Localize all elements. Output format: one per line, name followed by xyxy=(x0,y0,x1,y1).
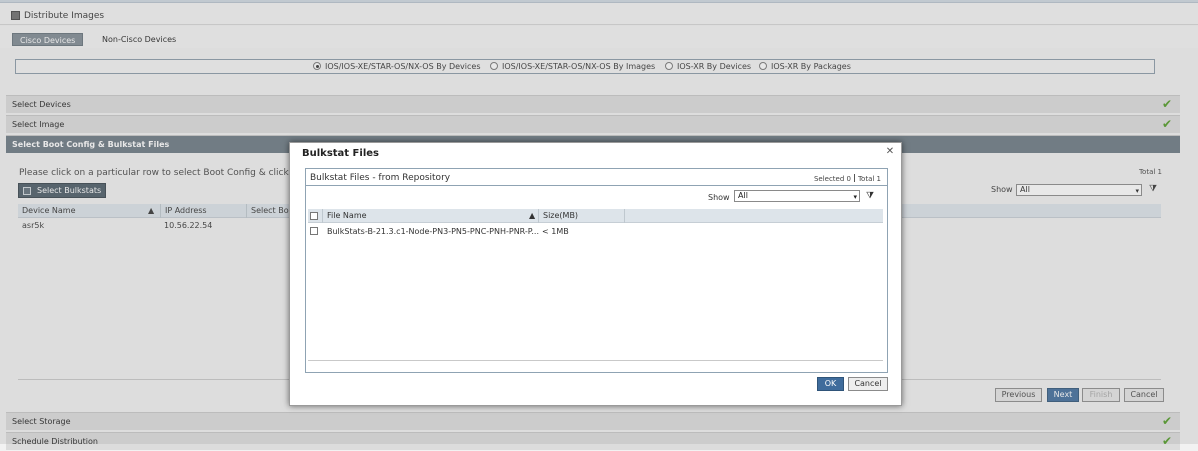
row-checkbox[interactable] xyxy=(310,227,318,235)
column-separator xyxy=(624,209,625,223)
dialog-title: Bulkstat Files xyxy=(302,148,379,159)
sort-asc-icon[interactable]: ▲ xyxy=(529,209,535,223)
show-filter-select[interactable]: All ▾ xyxy=(734,190,860,202)
column-size[interactable]: Size(MB) xyxy=(538,209,578,223)
divider xyxy=(308,360,883,361)
bulkstat-files-panel: Bulkstat Files - from Repository Selecte… xyxy=(305,168,888,373)
bulkstat-files-dialog: Bulkstat Files ✕ Bulkstat Files - from R… xyxy=(289,142,902,406)
cell-file-name: BulkStats-B-21.3.c1-Node-PN3-PN5-PNC-PNH… xyxy=(327,227,540,236)
divider xyxy=(306,185,887,186)
select-all-checkbox[interactable] xyxy=(310,212,318,220)
dialog-cancel-button[interactable]: Cancel xyxy=(848,377,888,391)
close-icon[interactable]: ✕ xyxy=(885,147,895,157)
dropdown-arrow-icon: ▾ xyxy=(853,193,857,201)
cell-size: < 1MB xyxy=(542,227,569,236)
filter-icon[interactable]: ⧩ xyxy=(866,191,879,203)
panel-subtitle: Bulkstat Files - from Repository xyxy=(310,173,451,183)
show-label: Show xyxy=(708,193,730,202)
table-row[interactable]: BulkStats-B-21.3.c1-Node-PN3-PN5-PNC-PNH… xyxy=(308,225,883,239)
selection-summary: Selected 0 Total 1 xyxy=(813,174,881,183)
ok-button[interactable]: OK xyxy=(817,377,844,391)
column-file-name[interactable]: File Name xyxy=(322,209,367,223)
files-table-header: File Name ▲ Size(MB) xyxy=(308,209,883,223)
